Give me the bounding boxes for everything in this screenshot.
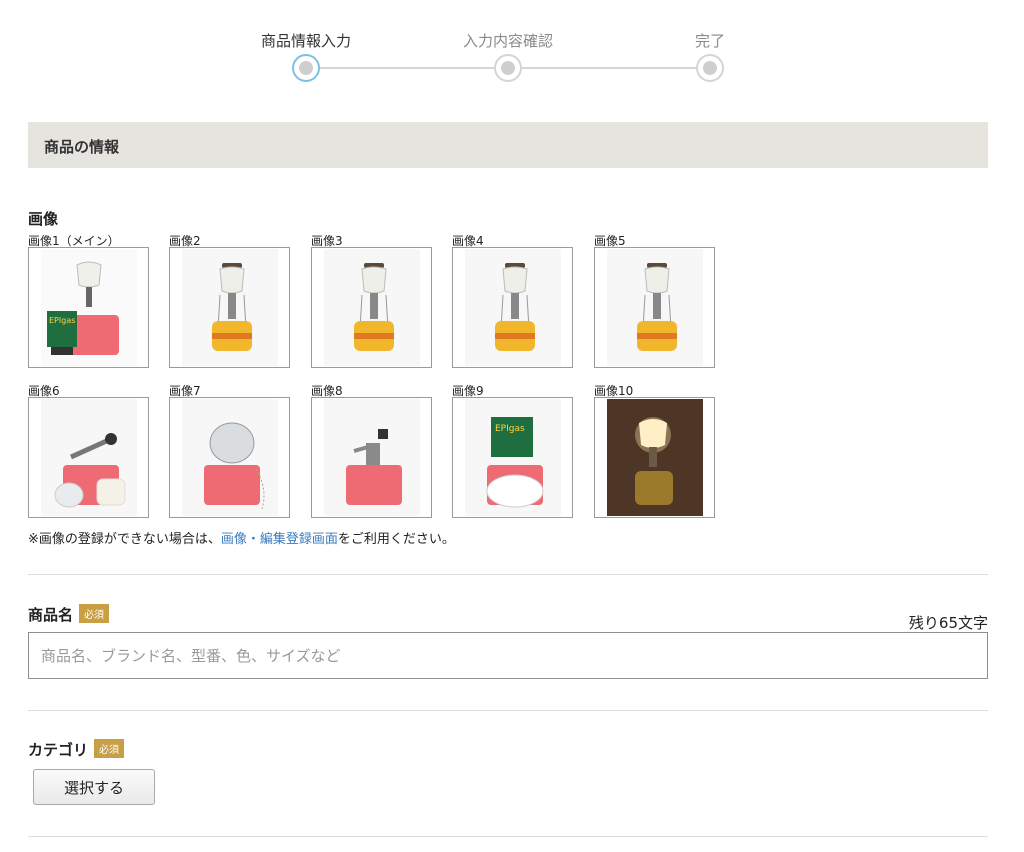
image-thumbnail-frame[interactable]: EPIgas [28,247,149,368]
image-edit-link[interactable]: 画像・編集登録画面 [221,532,338,547]
image-thumbnail-frame[interactable] [594,247,715,368]
images-title: 画像 [28,210,59,228]
case-with-globe-icon [182,399,278,516]
image-thumbnail-label: 画像8 [311,384,343,398]
image-note: ※画像の登録ができない場合は、画像・編集登録画面をご利用ください。 [28,528,455,547]
image-thumbnail-frame[interactable] [594,397,715,518]
divider-3 [28,836,988,837]
divider-2 [28,710,988,711]
lantern-with-case-and-package-icon: EPIgas [41,249,137,366]
image-thumbnail-7[interactable]: 画像7 [169,385,290,518]
product-name-input[interactable] [28,632,988,679]
image-thumbnail-frame[interactable] [169,397,290,518]
image-thumbnail-2[interactable]: 画像2 [169,235,290,368]
image-thumbnail-frame[interactable] [169,247,290,368]
image-thumbnail-label: 画像2 [169,234,201,248]
image-thumbnail-4[interactable]: 画像4 [452,235,573,368]
image-thumbnail-frame[interactable] [452,247,573,368]
divider-1 [28,574,988,575]
step-label-complete: 完了 [694,32,726,50]
section-header: 商品の情報 [28,122,988,168]
image-thumbnail-6[interactable]: 画像6 [28,385,149,518]
lit-lantern-dark-photo-icon [607,399,703,516]
image-note-prefix: ※画像の登録ができない場合は、 [28,532,221,547]
image-thumbnail-label: 画像10 [594,384,634,398]
product-name-label-text: 商品名 [28,606,74,624]
image-thumbnail-label: 画像7 [169,384,201,398]
progress-stepper: 商品情報入力 入力内容確認 完了 [0,28,1024,88]
image-thumbnail-label: 画像3 [311,234,343,248]
image-thumbnail-frame[interactable] [311,247,432,368]
lantern-front-photo-icon [182,249,278,366]
svg-text:EPIgas: EPIgas [49,316,75,325]
image-thumbnail-5[interactable]: 画像5 [594,235,715,368]
category-label: カテゴリ 必須 [28,739,125,760]
product-name-label: 商品名 必須 [28,604,110,625]
category-select-button[interactable]: 選択する [33,769,155,805]
step-label-confirm: 入力内容確認 [462,32,554,50]
image-thumbnail-frame[interactable] [28,397,149,518]
lantern-back-photo-icon [607,249,703,366]
step-dot-complete [696,54,724,82]
image-note-suffix: をご利用ください。 [337,532,455,547]
image-thumbnail-9[interactable]: 画像9 EPIgas [452,385,573,518]
image-thumbnail-label: 画像9 [452,384,484,398]
image-thumbnail-label: 画像1（メイン） [28,234,120,248]
svg-text:EPIgas: EPIgas [495,424,525,434]
image-thumbnail-label: 画像6 [28,384,60,398]
step-label-input: 商品情報入力 [260,32,352,50]
image-thumbnail-3[interactable]: 画像3 [311,235,432,368]
step-dot-input [292,54,320,82]
step-dot-confirm [494,54,522,82]
char-counter: 残り65文字 [908,614,988,632]
image-thumbnail-1[interactable]: 画像1（メイン） EPIgas [28,235,149,368]
burner-on-case-icon [324,399,420,516]
category-label-text: カテゴリ [28,741,89,759]
image-thumbnail-8[interactable]: 画像8 [311,385,432,518]
section-title: 商品の情報 [44,138,120,156]
image-thumbnail-label: 画像4 [452,234,484,248]
required-badge: 必須 [94,739,125,758]
mantle-package-on-case-icon: EPIgas [465,399,561,516]
required-badge: 必須 [79,604,110,623]
lantern-parts-on-case-icon [41,399,137,516]
image-thumbnail-10[interactable]: 画像10 [594,385,715,518]
lantern-side-photo-icon [465,249,561,366]
image-thumbnail-label: 画像5 [594,234,626,248]
lantern-side-photo-icon [324,249,420,366]
image-thumbnail-frame[interactable] [311,397,432,518]
image-thumbnail-frame[interactable]: EPIgas [452,397,573,518]
